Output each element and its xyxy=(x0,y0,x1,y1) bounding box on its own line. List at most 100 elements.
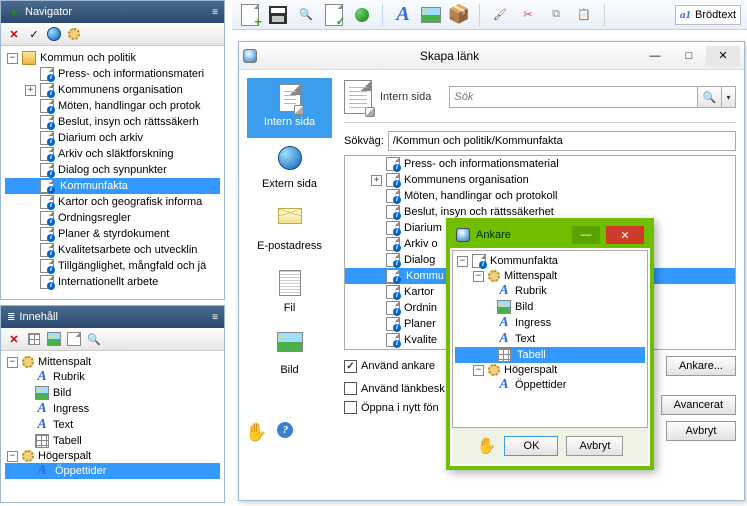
content-item[interactable]: ARubrik xyxy=(5,369,220,385)
dlg-tree-item[interactable]: iMöten, handlingar och protokoll xyxy=(345,188,735,204)
advanced-button[interactable]: Avancerat xyxy=(661,395,736,415)
content-item[interactable]: AText xyxy=(5,417,220,433)
paragraph-style-selector[interactable]: a1 Brödtext xyxy=(675,5,741,25)
content-toolbar: ✕ 🔍 xyxy=(1,328,224,351)
tab-intern-sida[interactable]: Intern sida xyxy=(247,78,332,138)
tab-extern-sida[interactable]: Extern sida xyxy=(247,138,332,200)
use-anchor-checkbox[interactable] xyxy=(344,360,357,373)
use-linkdesc-label: Använd länkbesk xyxy=(361,383,445,395)
tab-fil[interactable]: Fil xyxy=(247,262,332,324)
use-linkdesc-checkbox[interactable] xyxy=(344,382,357,395)
minimize-button[interactable]: — xyxy=(638,46,672,66)
nav-item[interactable]: iKartor och geografisk informa xyxy=(5,194,220,210)
nav-item[interactable]: iDialog och synpunkter xyxy=(5,162,220,178)
anchor-tree[interactable]: −iKommunfakta−MittenspaltARubrikBildAIng… xyxy=(452,250,648,428)
navigator-panel: ▾ Navigator ≡ ✕ ✓ −Kommun och politikiPr… xyxy=(0,0,225,300)
search-dropdown[interactable]: ▾ xyxy=(722,86,736,108)
nav-item[interactable]: iPlaner & styrdokument xyxy=(5,226,220,242)
anchor-cancel-button[interactable]: Avbryt xyxy=(566,436,623,456)
delete-icon[interactable]: ✕ xyxy=(5,25,23,43)
navigator-tree[interactable]: −Kommun och politikiPress- och informati… xyxy=(1,46,224,298)
search-icon[interactable]: 🔍 xyxy=(294,3,318,27)
globe-icon[interactable] xyxy=(45,25,63,43)
search-button[interactable]: 🔍 xyxy=(698,86,722,108)
ok-button[interactable]: OK xyxy=(504,436,558,456)
paste-icon[interactable]: 📋 xyxy=(572,3,596,27)
image-icon[interactable] xyxy=(419,3,443,27)
path-input[interactable] xyxy=(388,131,736,151)
file-icon xyxy=(277,270,303,296)
delete-icon[interactable]: ✕ xyxy=(5,330,23,348)
navigator-title: Navigator xyxy=(25,6,72,18)
panel-menu-icon[interactable]: ≡ xyxy=(212,7,218,18)
nav-item[interactable]: iBeslut, insyn och rättssäkerh xyxy=(5,114,220,130)
anchor-button[interactable]: Ankare... xyxy=(666,356,736,376)
open-new-window-checkbox[interactable] xyxy=(344,401,357,414)
link-dialog-titlebar: Skapa länk — □ ✕ xyxy=(239,42,744,70)
anchor-item[interactable]: AÖppettider xyxy=(455,377,645,393)
nav-item[interactable]: iTillgänglighet, mångfald och jä xyxy=(5,258,220,274)
text-style-icon[interactable]: A xyxy=(391,3,415,27)
content-panel: ≣ Innehåll ≡ ✕ 🔍 −MittenspaltARubrikBild… xyxy=(0,305,225,503)
tab-label: E-postadress xyxy=(249,240,330,252)
nav-item[interactable]: +iKommunens organisation xyxy=(5,82,220,98)
panel-menu-icon[interactable]: ≡ xyxy=(212,312,218,323)
copy-icon[interactable]: ⧉ xyxy=(544,3,568,27)
nav-item[interactable]: iKvalitetsarbete och utvecklin xyxy=(5,242,220,258)
new-page-icon[interactable]: + xyxy=(238,3,262,27)
anchor-dialog-titlebar[interactable]: Ankare — ✕ xyxy=(450,222,650,248)
refresh-icon[interactable]: ✓ xyxy=(25,25,43,43)
image-icon xyxy=(277,332,303,358)
nav-item[interactable]: iInternationellt arbete xyxy=(5,274,220,290)
content-item[interactable]: Tabell xyxy=(5,433,220,449)
tab-epost[interactable]: E-postadress xyxy=(247,200,332,262)
nav-item[interactable]: iArkiv och släktforskning xyxy=(5,146,220,162)
globe-icon xyxy=(277,146,303,172)
dlg-tree-item[interactable]: iPress- och informationsmaterial xyxy=(345,156,735,172)
slider-icon: ≣ xyxy=(7,312,15,323)
search-input[interactable] xyxy=(449,86,698,108)
java-icon xyxy=(456,228,470,242)
path-label: Sökväg: xyxy=(344,135,384,147)
maximize-button[interactable]: □ xyxy=(672,46,706,66)
preview-icon[interactable]: 🔍 xyxy=(85,330,103,348)
nav-item[interactable]: iPress- och informationsmateri xyxy=(5,66,220,82)
page-check-icon[interactable]: ✓ xyxy=(322,3,346,27)
minimize-button[interactable]: — xyxy=(572,226,600,244)
content-header: ≣ Innehåll ≡ xyxy=(1,306,224,328)
use-anchor-label: Använd ankare xyxy=(361,360,435,372)
nav-item[interactable]: iKommunfakta xyxy=(5,178,220,194)
content-item[interactable]: AIngress xyxy=(5,401,220,417)
dlg-tree-item[interactable]: +iKommunens organisation xyxy=(345,172,735,188)
nav-item[interactable]: iMöten, handlingar och protok xyxy=(5,98,220,114)
brush-icon[interactable]: 🖌 xyxy=(488,3,512,27)
close-button[interactable]: ✕ xyxy=(606,226,644,244)
help-icon[interactable]: ? xyxy=(277,422,293,438)
content-item[interactable]: Bild xyxy=(5,385,220,401)
content-item[interactable]: AÖppettider xyxy=(5,463,220,479)
gear-icon[interactable] xyxy=(65,25,83,43)
cut-icon[interactable]: ✂ xyxy=(516,3,540,27)
anchor-item[interactable]: AIngress xyxy=(455,315,645,331)
anchor-item[interactable]: ARubrik xyxy=(455,283,645,299)
tab-label: Extern sida xyxy=(249,178,330,190)
accessibility-icon[interactable]: ✋ xyxy=(477,436,497,456)
anchor-item[interactable]: AText xyxy=(455,331,645,347)
cube-icon[interactable]: 📦 xyxy=(447,3,471,27)
style-icon: a1 xyxy=(680,9,691,21)
nav-item[interactable]: iDiarium och arkiv xyxy=(5,130,220,146)
publish-icon[interactable] xyxy=(350,3,374,27)
cancel-button[interactable]: Avbryt xyxy=(666,421,736,441)
save-icon[interactable] xyxy=(266,3,290,27)
image-icon[interactable] xyxy=(45,330,63,348)
script-icon[interactable] xyxy=(65,330,83,348)
close-button[interactable]: ✕ xyxy=(706,46,740,66)
nav-item[interactable]: iOrdningsregler xyxy=(5,210,220,226)
anchor-item[interactable]: Bild xyxy=(455,299,645,315)
anchor-item[interactable]: Tabell xyxy=(455,347,645,363)
content-tree[interactable]: −MittenspaltARubrikBildAIngressATextTabe… xyxy=(1,351,224,501)
edit-icon[interactable] xyxy=(25,330,43,348)
accessibility-icon[interactable]: ✋ xyxy=(245,422,267,443)
tab-bild[interactable]: Bild xyxy=(247,324,332,386)
tab-label: Bild xyxy=(249,364,330,376)
